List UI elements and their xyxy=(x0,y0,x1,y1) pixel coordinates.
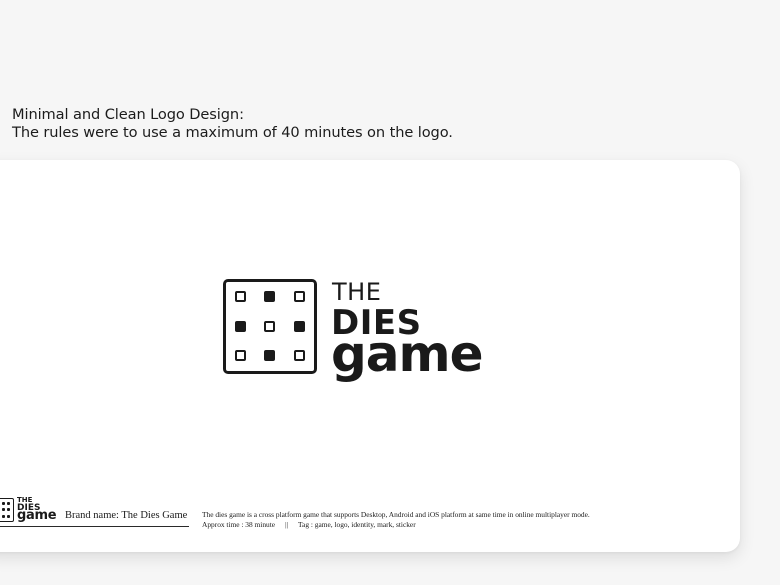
brand-underline xyxy=(0,526,189,527)
mini-logo-game: game xyxy=(17,508,57,523)
description-text: The dies game is a cross platform game t… xyxy=(202,510,590,519)
intro-line-1: Minimal and Clean Logo Design: xyxy=(12,106,244,123)
pip xyxy=(264,321,275,332)
mini-dice-icon xyxy=(0,498,14,522)
brand-name: Brand name: The Dies Game xyxy=(65,510,188,521)
pip xyxy=(294,291,305,302)
mini-pip xyxy=(7,515,10,518)
separator: || xyxy=(285,520,289,529)
pip xyxy=(264,350,275,361)
project-description: The dies game is a cross platform game t… xyxy=(202,510,590,530)
tags: Tag : game, logo, identity, mark, sticke… xyxy=(298,520,416,529)
dice-icon xyxy=(223,279,317,374)
pip xyxy=(235,291,246,302)
mini-logo: THE DIES game xyxy=(0,496,60,526)
mini-pip xyxy=(2,502,5,505)
intro-text: Minimal and Clean Logo Design: The rules… xyxy=(12,106,453,142)
mini-pip xyxy=(7,502,10,505)
pip xyxy=(294,350,305,361)
mini-pip xyxy=(2,515,5,518)
pip xyxy=(235,350,246,361)
pip xyxy=(264,291,275,302)
mini-pip xyxy=(2,508,5,511)
dies-game-logo: THE DIES game xyxy=(223,278,493,388)
intro-line-2: The rules were to use a maximum of 40 mi… xyxy=(12,124,453,141)
meta-row: Approx time : 38 minute || Tag : game, log… xyxy=(202,520,590,530)
logo-presentation-card: THE DIES game THE DIES game Brand name: … xyxy=(0,160,740,552)
pip xyxy=(294,321,305,332)
pip xyxy=(235,321,246,332)
logo-word-the: THE xyxy=(332,278,382,306)
mini-pip xyxy=(7,508,10,511)
approx-time: Approx time : 38 minute xyxy=(202,520,276,529)
logo-word-game: game xyxy=(331,325,484,383)
